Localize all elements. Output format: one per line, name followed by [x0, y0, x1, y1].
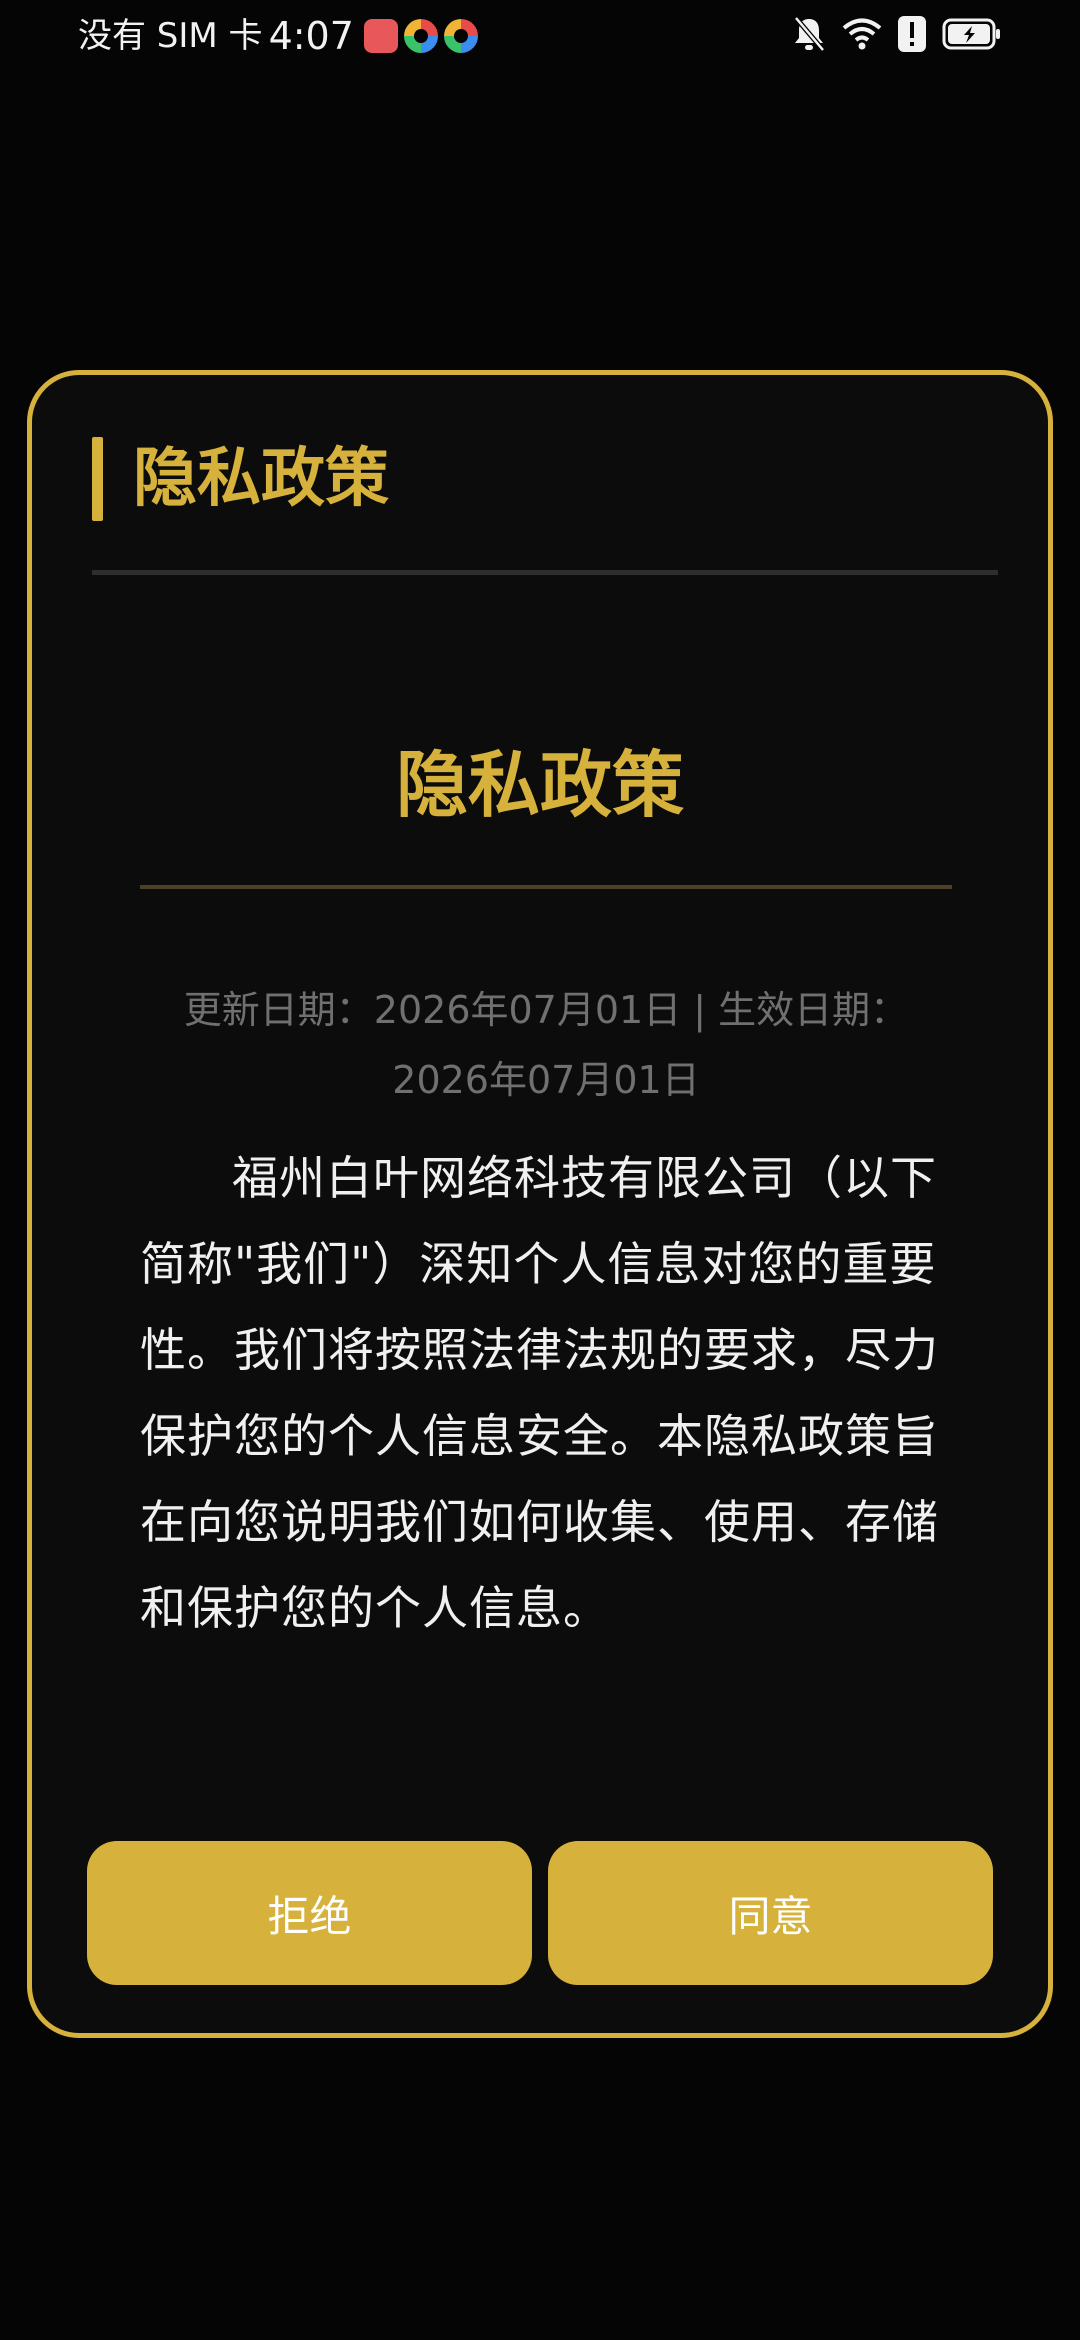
mute-bell-icon [792, 16, 826, 52]
policy-content-scroll[interactable]: 隐私政策 更新日期：2026年07月01日 | 生效日期：2026年07月01日… [32, 575, 1048, 1695]
document-intro: 福州白叶网络科技有限公司（以下简称"我们"）深知个人信息对您的重要性。我们将按照… [140, 1151, 939, 1635]
dialog-actions: 拒绝 同意 [87, 1841, 993, 1985]
carrier-text: 没有 SIM 卡 [78, 16, 263, 56]
app-store-icon [363, 19, 398, 53]
wifi-icon [842, 17, 882, 51]
agree-button[interactable]: 同意 [548, 1841, 993, 1985]
dialog-title: 隐私政策 [133, 442, 389, 516]
app-notification-icon [443, 19, 478, 53]
app-notification-icon [403, 19, 438, 53]
document-title: 隐私政策 [395, 743, 684, 827]
status-bar: 没有 SIM 卡 4:07 [0, 0, 1080, 72]
notification-icons [363, 19, 478, 53]
document-divider [140, 885, 952, 889]
status-left: 没有 SIM 卡 4:07 [78, 14, 478, 58]
alert-icon [898, 16, 926, 52]
title-accent-bar [92, 437, 103, 521]
status-right [792, 16, 1002, 52]
document-dates: 更新日期：2026年07月01日 | 生效日期：2026年07月01日 [183, 988, 909, 1102]
reject-button[interactable]: 拒绝 [87, 1841, 532, 1985]
dialog-header: 隐私政策 [92, 437, 389, 521]
battery-charging-icon [942, 17, 1002, 51]
clock: 4:07 [268, 14, 354, 58]
privacy-policy-dialog: 隐私政策 隐私政策 更新日期：2026年07月01日 | 生效日期：2026年0… [27, 370, 1053, 2038]
